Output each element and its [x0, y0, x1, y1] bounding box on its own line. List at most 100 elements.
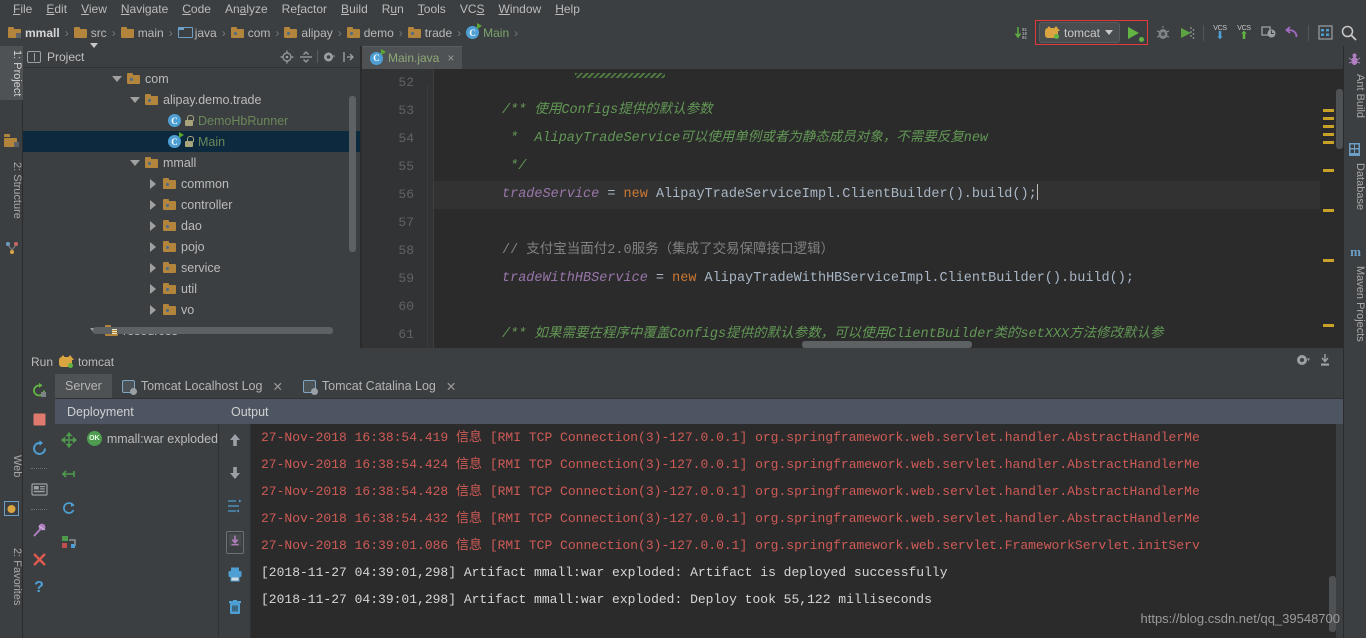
chevron-down-icon[interactable] [129, 157, 140, 168]
menu-item-help[interactable]: Help [548, 0, 587, 19]
sidebar-item-project[interactable]: 1: Project [0, 46, 23, 101]
menu-item-edit[interactable]: Edit [39, 0, 74, 19]
rerun-icon[interactable] [30, 381, 48, 399]
code-line-52[interactable] [434, 69, 1320, 97]
run-button[interactable] [1124, 23, 1144, 43]
tree-row-alipay-demo-trade[interactable]: alipay.demo.trade [23, 89, 360, 110]
code-lines[interactable]: /** 使用Configs提供的默认参数 * AlipayTradeServic… [434, 69, 1320, 348]
scroll-down-icon[interactable] [227, 465, 243, 486]
undo-icon[interactable] [1281, 22, 1303, 44]
sidebar-item-web[interactable]: Web [0, 451, 23, 481]
vcs-commit-button[interactable]: VCS ⬆ [1233, 22, 1255, 44]
print-icon[interactable] [227, 566, 243, 587]
chevron-down-icon[interactable] [90, 42, 99, 66]
tab-server[interactable]: Server [55, 374, 112, 398]
project-tree-hscrollbar[interactable] [93, 327, 333, 334]
soft-wrap-icon[interactable] [227, 498, 243, 519]
stop-icon[interactable] [30, 410, 48, 428]
sidebar-item-structure[interactable]: 2: Structure [0, 158, 23, 223]
close-icon[interactable] [30, 550, 48, 568]
editor-vertical-scrollbar[interactable] [1336, 69, 1343, 348]
locate-icon[interactable] [279, 49, 295, 65]
redeploy-icon[interactable] [61, 500, 77, 521]
menu-item-vcs[interactable]: VCS [453, 0, 492, 19]
breadcrumb-item-demo[interactable]: demo [346, 26, 394, 40]
chevron-right-icon[interactable] [147, 220, 158, 231]
console-output[interactable]: 27-Nov-2018 16:38:54.419 信息 [RMI TCP Con… [251, 424, 1336, 638]
breadcrumb-item-com[interactable]: com [230, 26, 270, 40]
tree-row-com[interactable]: com [23, 68, 360, 89]
menu-item-tools[interactable]: Tools [411, 0, 453, 19]
code-area[interactable]: 52 53 54 55 56 57 58 59 60 61 /** 使用Conf… [362, 69, 1343, 348]
menu-item-code[interactable]: Code [175, 0, 218, 19]
tree-row-demohbrunner[interactable]: C DemoHbRunner [23, 110, 360, 131]
search-icon[interactable] [1338, 22, 1360, 44]
tree-row-vo[interactable]: vo [23, 299, 360, 320]
sidebar-item-ant-build[interactable]: Ant Build [1343, 70, 1366, 122]
clear-all-icon[interactable] [227, 599, 243, 620]
code-line-60[interactable] [434, 293, 1320, 321]
chevron-right-icon[interactable] [147, 262, 158, 273]
chevron-right-icon[interactable] [147, 178, 158, 189]
menu-item-build[interactable]: Build [334, 0, 375, 19]
move-icon[interactable] [60, 431, 78, 453]
code-line-59[interactable]: tradeWithHBService = new AlipayTradeWith… [434, 265, 1320, 293]
menu-item-window[interactable]: Window [492, 0, 549, 19]
close-icon[interactable]: ✕ [446, 379, 456, 394]
sidebar-item-maven-projects[interactable]: Maven Projects [1343, 262, 1366, 346]
menu-item-view[interactable]: View [74, 0, 114, 19]
menu-item-refactor[interactable]: Refactor [275, 0, 334, 19]
editor-marker-bar[interactable] [1320, 69, 1336, 348]
project-tree-scrollbar[interactable] [349, 96, 356, 252]
tree-row-main[interactable]: C Main [23, 131, 360, 152]
tree-row-dao[interactable]: dao [23, 215, 360, 236]
settings-gear-icon[interactable] [1295, 352, 1311, 371]
menu-item-analyze[interactable]: Analyze [218, 0, 275, 19]
sidebar-item-database[interactable]: Database [1343, 159, 1366, 214]
deployment-item[interactable]: OK mmall:war exploded [83, 431, 218, 446]
structure-icon[interactable] [1314, 22, 1336, 44]
code-line-58[interactable]: // 支付宝当面付2.0服务（集成了交易保障接口逻辑） [434, 237, 1320, 265]
code-line-56[interactable]: tradeService = new AlipayTradeServiceImp… [434, 181, 1320, 209]
menu-item-run[interactable]: Run [375, 0, 411, 19]
chevron-down-icon[interactable] [129, 94, 140, 105]
hide-icon[interactable] [340, 49, 356, 65]
breadcrumb-item-mmall[interactable]: mmall [8, 26, 60, 40]
pin-icon[interactable] [30, 521, 48, 539]
breadcrumb-item-trade[interactable]: trade [407, 26, 452, 40]
help-icon[interactable]: ? [30, 579, 48, 597]
breadcrumb-item-src[interactable]: src [73, 26, 107, 40]
chevron-down-icon[interactable] [111, 73, 122, 84]
vcs-update-button[interactable]: VCS ⬇ [1209, 22, 1231, 44]
update-project-icon[interactable]: 01 10 01 [1011, 22, 1033, 44]
code-line-54[interactable]: * AlipayTradeService可以使用单例或者为静态成员对象，不需要反… [434, 125, 1320, 153]
restart-icon[interactable] [30, 439, 48, 457]
code-folding-column[interactable] [424, 69, 434, 348]
tree-row-controller[interactable]: controller [23, 194, 360, 215]
editor-tab-main-java[interactable]: C Main.java × [362, 46, 463, 69]
run-with-coverage-button[interactable] [1176, 22, 1198, 44]
code-line-55[interactable]: */ [434, 153, 1320, 181]
chevron-right-icon[interactable] [147, 283, 158, 294]
undeploy-icon[interactable] [61, 466, 77, 487]
close-icon[interactable]: ✕ [272, 379, 282, 394]
breadcrumb-item-java[interactable]: java [177, 26, 217, 40]
tree-row-mmall[interactable]: mmall [23, 152, 360, 173]
menu-item-file[interactable]: File [6, 0, 39, 19]
console-icon[interactable] [30, 480, 48, 498]
console-scrollbar[interactable] [1329, 424, 1336, 638]
tab-tomcat-catalina-log[interactable]: Tomcat Catalina Log ✕ [293, 374, 466, 398]
chevron-right-icon[interactable] [147, 199, 158, 210]
code-line-53[interactable]: /** 使用Configs提供的默认参数 [434, 97, 1320, 125]
debug-button[interactable] [1152, 22, 1174, 44]
run-configuration-selector[interactable]: tomcat [1038, 22, 1120, 43]
settings-gear-icon[interactable] [321, 49, 337, 65]
tree-row-pojo[interactable]: pojo [23, 236, 360, 257]
breadcrumb-item-main-class[interactable]: C Main [466, 23, 509, 40]
scroll-to-end-icon[interactable] [225, 531, 244, 554]
project-tree[interactable]: com alipay.demo.trade C DemoHbRunner C M… [23, 68, 360, 336]
collapse-all-icon[interactable] [298, 49, 314, 65]
tree-row-common[interactable]: common [23, 173, 360, 194]
code-line-57[interactable] [434, 209, 1320, 237]
chevron-right-icon[interactable] [147, 304, 158, 315]
